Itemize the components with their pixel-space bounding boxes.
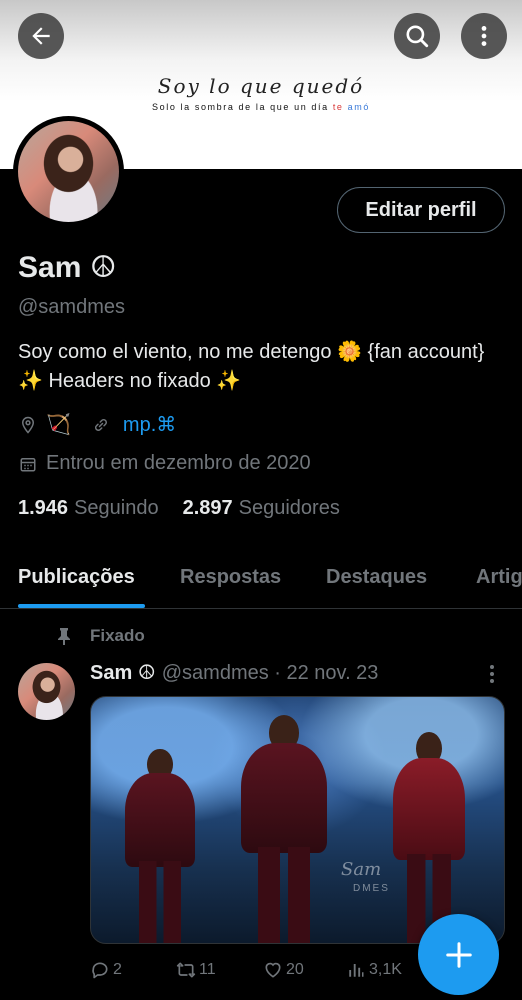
profile-avatar[interactable] <box>13 116 124 227</box>
edit-profile-button[interactable]: Editar perfil <box>337 187 505 233</box>
repost-icon <box>176 960 196 980</box>
link-icon <box>91 415 111 435</box>
performer-figure <box>241 715 327 943</box>
profile-tabs: Publicações Respostas Destaques Artigos <box>0 546 522 609</box>
pinned-label: Fixado <box>90 626 145 645</box>
profile-link[interactable]: mp.⌘ <box>123 412 176 437</box>
more-vertical-icon <box>490 665 494 683</box>
active-tab-indicator <box>18 604 145 608</box>
repost-count: 11 <box>199 961 216 978</box>
profile-handle: @samdmes <box>18 296 125 318</box>
performer-legs <box>139 861 181 943</box>
tab-replies[interactable]: Respostas <box>180 566 281 589</box>
views-count: 3,1K <box>369 961 402 978</box>
followers-label: Seguidores <box>238 497 340 519</box>
banner-subtitle-red: te <box>332 102 344 112</box>
performer-figure <box>125 749 195 943</box>
views-icon <box>346 960 366 980</box>
search-button[interactable] <box>394 13 440 59</box>
post-media-image[interactable]: Sam DMES <box>90 696 505 944</box>
pinned-indicator: Fixado <box>56 626 145 646</box>
profile-joined: Entrou em dezembro de 2020 <box>46 452 311 474</box>
banner-subtitle-blue: amó <box>347 102 370 112</box>
reply-button[interactable]: 2 <box>90 960 122 980</box>
following-stat[interactable]: 1.946 Seguindo <box>18 497 159 520</box>
profile-name: Sam ☮ <box>18 251 117 284</box>
media-watermark-sub: DMES <box>353 883 390 894</box>
like-count: 20 <box>286 961 304 978</box>
tab-highlights[interactable]: Destaques <box>326 566 427 589</box>
plus-icon <box>445 941 472 968</box>
profile-avatar-image <box>18 121 119 222</box>
performer-legs <box>258 847 310 943</box>
performer-body <box>125 773 195 867</box>
banner-subtitle: Solo la sombra de la que un día te amó <box>0 102 522 112</box>
following-count: 1.946 <box>18 497 69 519</box>
profile-meta-joined: Entrou em dezembro de 2020 <box>18 452 311 475</box>
back-button[interactable] <box>18 13 64 59</box>
like-button[interactable]: 20 <box>263 960 304 980</box>
views-button[interactable]: 3,1K <box>346 960 402 980</box>
more-vertical-icon <box>481 26 487 46</box>
banner-subtitle-text: Solo la sombra de la que un día <box>152 102 333 112</box>
calendar-icon <box>18 454 38 474</box>
profile-stats: 1.946 Seguindo 2.897 Seguidores <box>18 497 340 520</box>
media-watermark: Sam <box>341 859 382 880</box>
followers-stat[interactable]: 2.897 Seguidores <box>183 497 340 520</box>
arrow-left-icon <box>32 27 50 45</box>
compose-post-button[interactable] <box>418 914 499 995</box>
profile-bio: Soy como el viento, no me detengo 🌼 {fan… <box>18 341 485 392</box>
pin-icon <box>56 627 72 645</box>
post-author-avatar[interactable] <box>18 663 75 720</box>
following-label: Seguindo <box>74 497 159 519</box>
post-more-button[interactable] <box>482 662 502 686</box>
followers-count: 2.897 <box>182 497 233 519</box>
location-pin-icon <box>18 415 38 435</box>
tab-posts[interactable]: Publicações <box>18 566 135 589</box>
reply-count: 2 <box>113 961 122 978</box>
post-author-handle: @samdmes · 22 nov. 23 <box>161 662 379 684</box>
repost-button[interactable]: 11 <box>176 960 216 980</box>
profile-meta-location: 🏹 mp.⌘ <box>18 412 176 437</box>
search-icon <box>406 25 429 48</box>
heart-icon <box>263 960 283 980</box>
post-author-name[interactable]: Sam ☮ <box>90 662 156 684</box>
performer-body <box>393 758 465 860</box>
performer-body <box>241 743 327 853</box>
post-header: Sam ☮ @samdmes · 22 nov. 23 <box>90 660 378 685</box>
reply-icon <box>90 960 110 980</box>
more-options-button[interactable] <box>461 13 507 59</box>
post-actions: 2 11 20 3,1K <box>90 960 420 984</box>
tab-articles[interactable]: Artigos <box>476 566 522 589</box>
banner-title: Soy lo que quedó <box>157 74 365 98</box>
profile-location: 🏹 <box>46 414 71 436</box>
